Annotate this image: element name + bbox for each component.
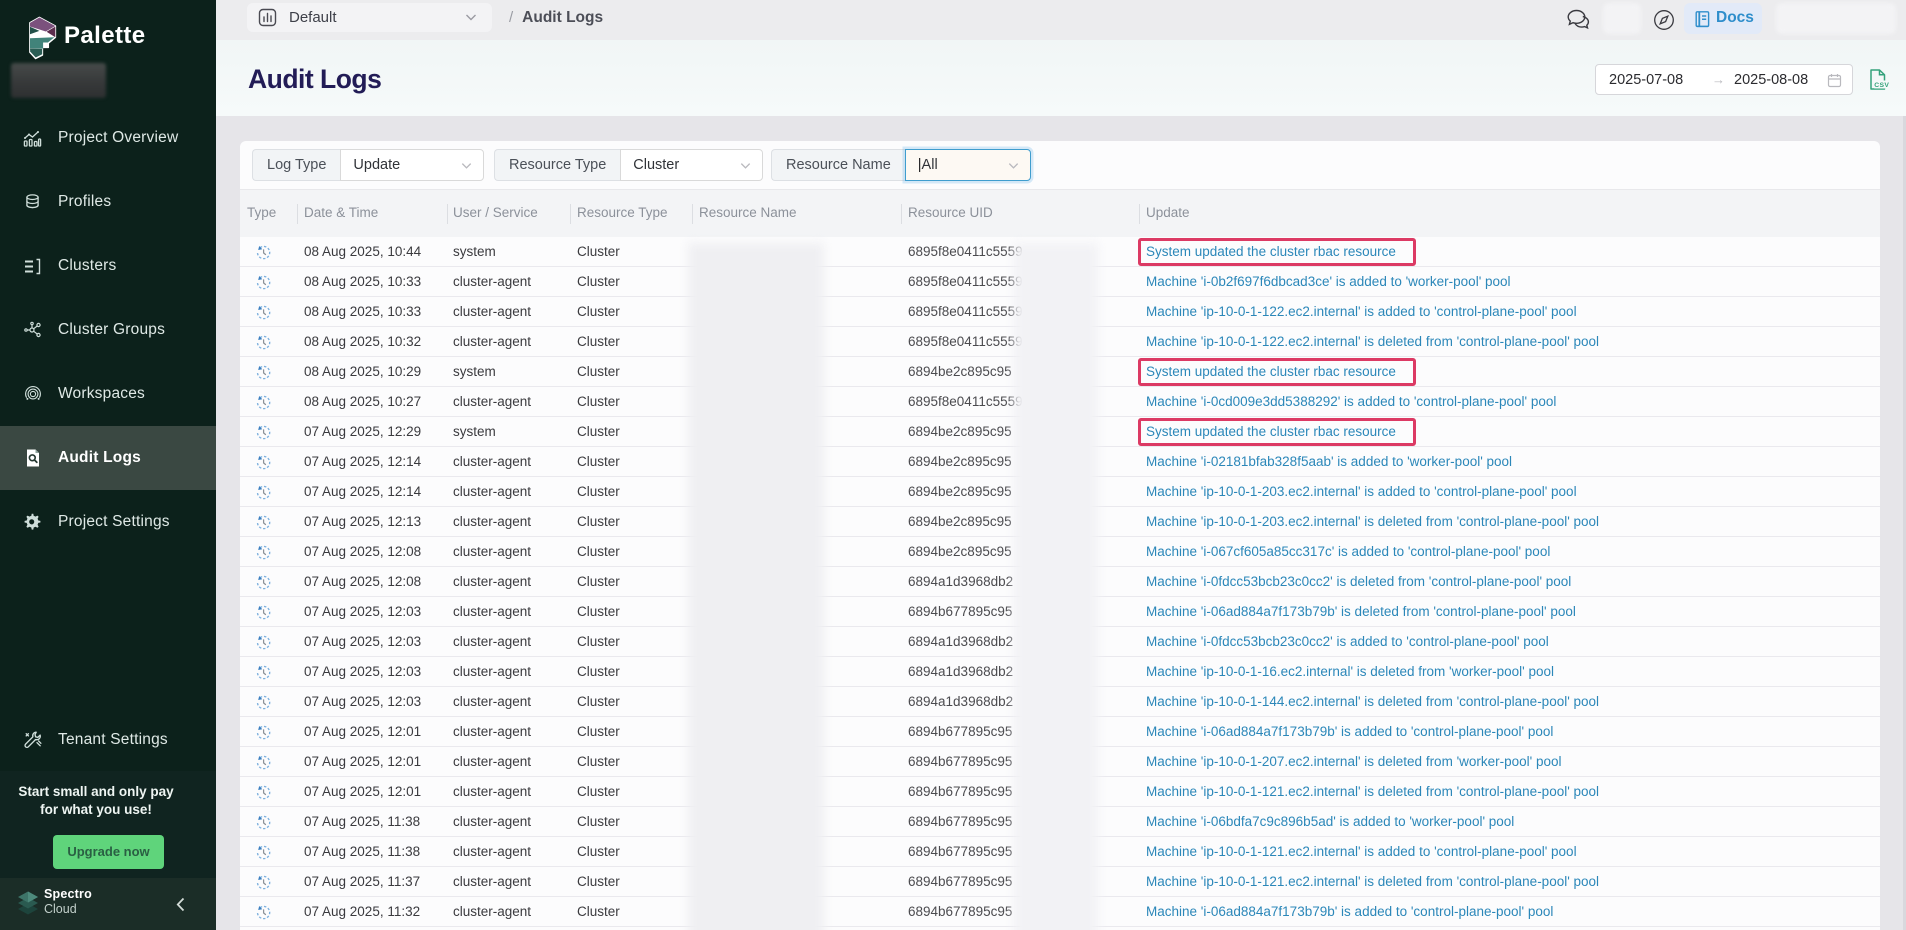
svg-text:CSV: CSV (1874, 82, 1889, 89)
